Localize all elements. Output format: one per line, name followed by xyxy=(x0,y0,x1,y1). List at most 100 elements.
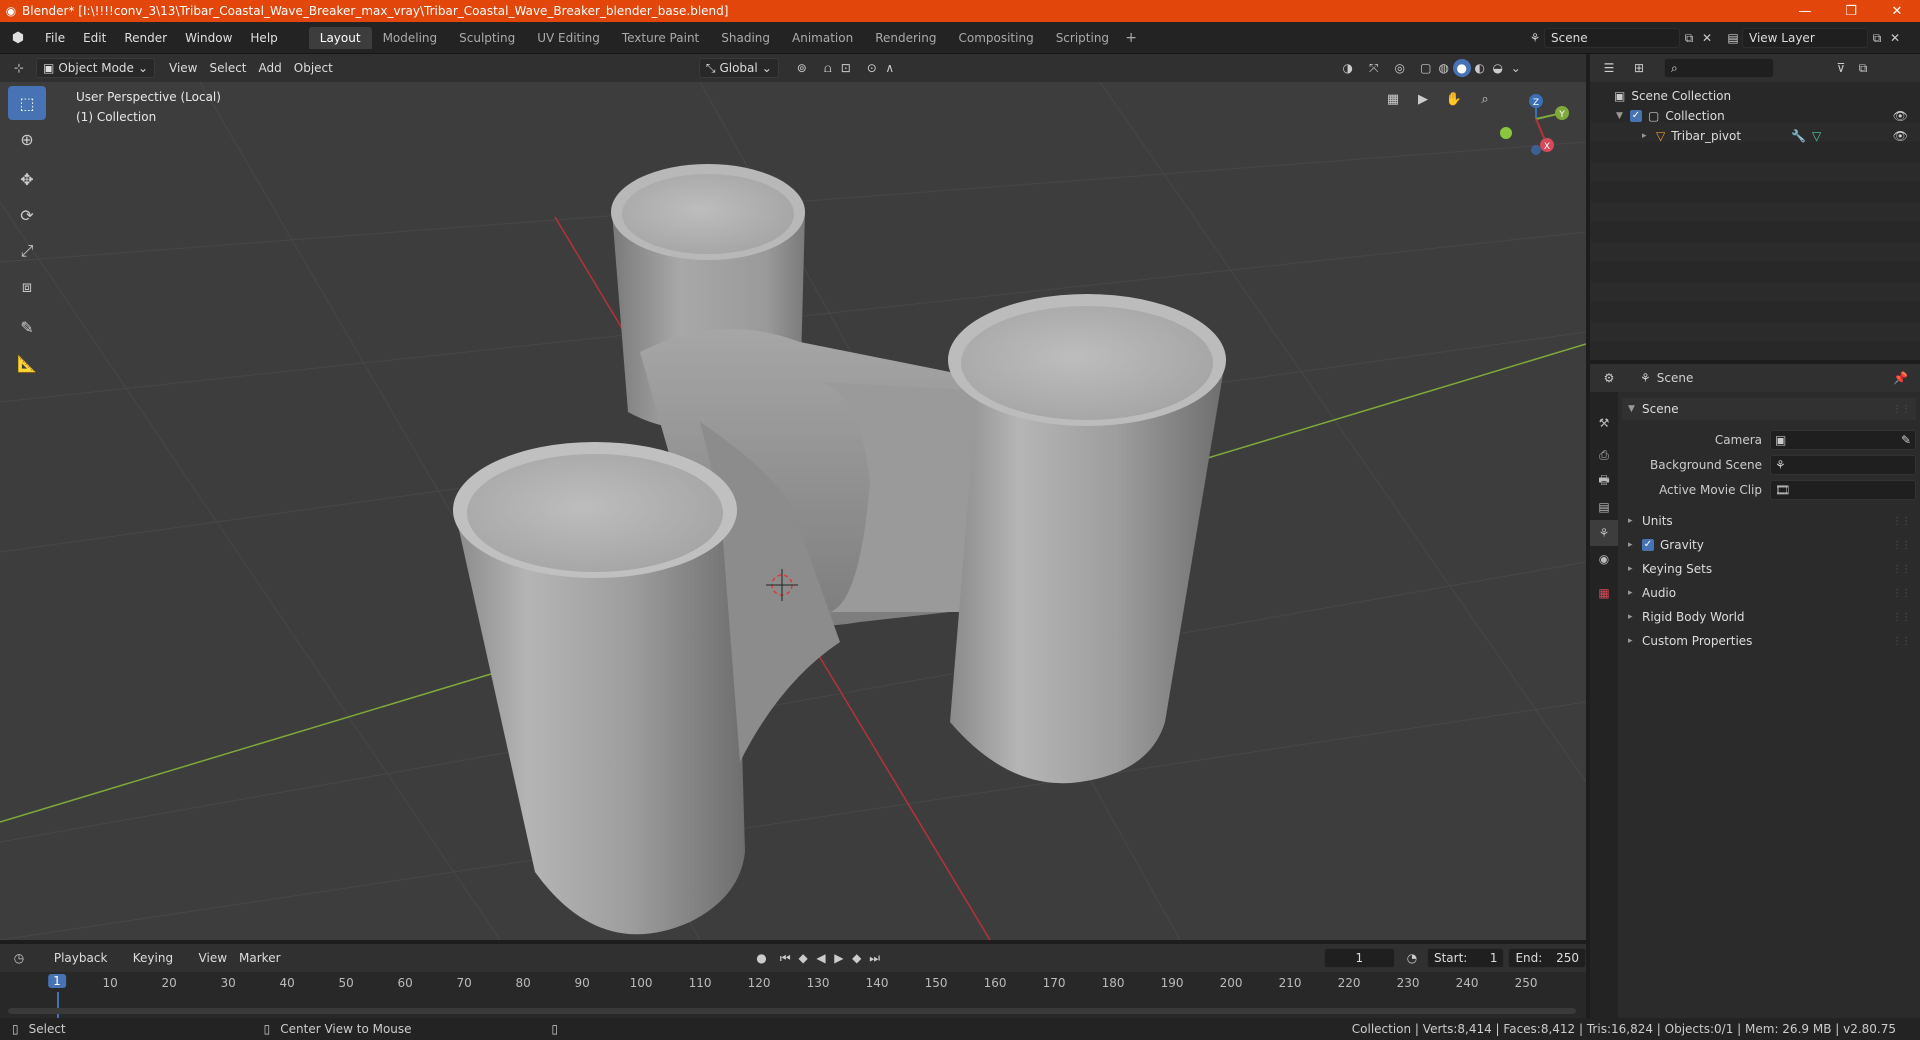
chevron-down-icon[interactable]: ▼ xyxy=(1616,111,1630,121)
menu-playback[interactable]: Playback ⌄ xyxy=(48,948,127,985)
stopwatch-icon[interactable]: ◔ xyxy=(1403,949,1421,967)
scene-panel-header[interactable]: ▼ Scene ⋮⋮ xyxy=(1622,398,1916,420)
tab-compositing[interactable]: Compositing xyxy=(947,27,1044,49)
menu-file[interactable]: File xyxy=(36,27,74,49)
add-workspace-icon[interactable]: + xyxy=(1120,30,1142,46)
solid-shading-icon[interactable]: ● xyxy=(1452,59,1471,77)
orientation-dropdown[interactable]: ⤡ Global ⌄ xyxy=(698,58,779,78)
custom-properties-panel-header[interactable]: ▸ Custom Properties ⋮⋮ xyxy=(1622,630,1916,652)
view-layer-icon[interactable]: ▤ xyxy=(1724,29,1742,47)
tab-sculpting[interactable]: Sculpting xyxy=(448,27,526,49)
menu-select[interactable]: Select xyxy=(203,58,252,78)
snap-icon[interactable]: ⩍ xyxy=(819,59,837,77)
rotate-tool[interactable]: ⟳ xyxy=(8,198,46,232)
drag-handle-icon[interactable]: ⋮⋮ xyxy=(1892,636,1911,647)
next-keyframe-icon[interactable]: ◆ xyxy=(848,949,866,967)
audio-panel-header[interactable]: ▸ Audio ⋮⋮ xyxy=(1622,582,1916,604)
jump-end-icon[interactable]: ⏭ xyxy=(866,949,884,967)
menu-object[interactable]: Object xyxy=(288,58,339,78)
pan-hand-icon[interactable]: ✋ xyxy=(1441,86,1467,112)
keying-sets-panel-header[interactable]: ▸ Keying Sets ⋮⋮ xyxy=(1622,558,1916,580)
drag-handle-icon[interactable]: ⋮⋮ xyxy=(1892,564,1911,575)
texture-tab-icon[interactable]: ▦ xyxy=(1590,580,1618,606)
visibility-icon[interactable]: ◑ xyxy=(1339,59,1357,77)
gizmo-toggle-icon[interactable]: ⤧ xyxy=(1365,59,1383,77)
cursor-tool[interactable]: ⊕ xyxy=(8,122,46,156)
navigation-gizmo[interactable]: Z Y X xyxy=(1500,94,1569,155)
proportional-edit-icon[interactable]: ⊙ xyxy=(863,59,881,77)
collection-checkbox[interactable]: ✓ xyxy=(1630,110,1642,122)
eyedropper-icon[interactable]: ✎ xyxy=(1901,433,1911,447)
menu-view[interactable]: View xyxy=(163,58,203,78)
move-tool[interactable]: ✥ xyxy=(8,162,46,196)
render-tab-icon[interactable]: ⎙ xyxy=(1590,442,1618,468)
close-button[interactable]: ✕ xyxy=(1874,0,1920,22)
select-box-tool[interactable]: ⬚ xyxy=(8,86,46,120)
drag-handle-icon[interactable]: ⋮⋮ xyxy=(1892,612,1911,623)
tab-layout[interactable]: Layout xyxy=(308,26,372,49)
scene-tab-icon[interactable]: ⚘ xyxy=(1590,520,1618,546)
tab-uv-editing[interactable]: UV Editing xyxy=(526,27,611,49)
display-mode-icon[interactable]: ⊞ xyxy=(1630,59,1648,77)
outliner-object[interactable]: ▸ ▽ Tribar_pivot 🔧 ▽ 👁 xyxy=(1590,126,1920,146)
active-movie-clip-field[interactable]: 🎞 xyxy=(1770,480,1916,500)
timeline-scrollbar[interactable] xyxy=(8,1008,1576,1014)
outliner-collection[interactable]: ▼ ✓ ▢ Collection 👁 xyxy=(1590,106,1920,126)
measure-tool[interactable]: 📐 xyxy=(8,346,46,380)
scale-tool[interactable]: ⤢ xyxy=(8,234,46,268)
tab-shading[interactable]: Shading xyxy=(710,27,781,49)
end-frame-field[interactable]: End: 250 xyxy=(1508,948,1586,968)
gravity-panel-header[interactable]: ▸ ✓ Gravity ⋮⋮ xyxy=(1622,534,1916,556)
menu-keying[interactable]: Keying ⌄ xyxy=(127,948,193,985)
current-frame-field[interactable]: 1 xyxy=(1323,948,1396,968)
transform-tool[interactable]: ⧈ xyxy=(8,270,46,304)
chevron-right-icon[interactable]: ▸ xyxy=(1642,131,1656,141)
outliner-editor-type-icon[interactable]: ☰ xyxy=(1600,59,1618,77)
outliner-search-input[interactable]: ⌕ xyxy=(1664,58,1774,78)
object-mode-dropdown[interactable]: ▣ Object Mode ⌄ xyxy=(36,58,155,78)
jump-start-icon[interactable]: ⏮ xyxy=(776,949,794,967)
view-layer-field[interactable]: View Layer xyxy=(1742,28,1868,48)
menu-marker[interactable]: Marker xyxy=(233,948,286,968)
delete-scene-icon[interactable]: ✕ xyxy=(1698,29,1716,47)
rendered-shading-icon[interactable]: ◒ xyxy=(1489,59,1507,77)
play-reverse-icon[interactable]: ◀ xyxy=(812,949,830,967)
snap-target-icon[interactable]: ⊡ xyxy=(837,59,855,77)
drag-handle-icon[interactable]: ⋮⋮ xyxy=(1892,540,1911,551)
wireframe-shading-icon[interactable]: ◍ xyxy=(1435,59,1453,77)
menu-edit[interactable]: Edit xyxy=(74,27,115,49)
camera-field[interactable]: ▣ ✎ xyxy=(1770,430,1916,450)
pivot-point-icon[interactable]: ⊚ xyxy=(793,59,811,77)
mesh-data-icon[interactable]: ▽ xyxy=(1812,129,1821,143)
material-shading-icon[interactable]: ◐ xyxy=(1471,59,1489,77)
menu-timeline-view[interactable]: View xyxy=(193,948,233,968)
menu-window[interactable]: Window xyxy=(176,27,241,49)
new-view-layer-icon[interactable]: ⧉ xyxy=(1868,29,1886,47)
falloff-icon[interactable]: ∧ xyxy=(881,59,899,77)
timeline-area[interactable]: 1 10 20 30 40 50 60 70 80 90 100 110 120 130 140 150 16… xyxy=(0,972,1586,1018)
annotate-tool[interactable]: ✎ xyxy=(8,310,46,344)
camera-view-icon[interactable]: ▶ xyxy=(1410,86,1436,112)
drag-handle-icon[interactable]: ⋮⋮ xyxy=(1892,588,1911,599)
tab-animation[interactable]: Animation xyxy=(781,27,864,49)
menu-help[interactable]: Help xyxy=(241,27,286,49)
tab-modeling[interactable]: Modeling xyxy=(372,27,449,49)
rigid-body-world-panel-header[interactable]: ▸ Rigid Body World ⋮⋮ xyxy=(1622,606,1916,628)
world-tab-icon[interactable]: ◉ xyxy=(1590,546,1618,572)
drag-handle-icon[interactable]: ⋮⋮ xyxy=(1892,516,1911,527)
minimize-button[interactable]: — xyxy=(1782,0,1828,22)
start-frame-field[interactable]: Start: 1 xyxy=(1426,948,1505,968)
filter-icon[interactable]: ⊽ xyxy=(1832,59,1850,77)
outliner-scene-collection[interactable]: ▣ Scene Collection xyxy=(1590,86,1920,106)
tab-rendering[interactable]: Rendering xyxy=(864,27,947,49)
current-frame-marker[interactable]: 1 xyxy=(48,974,66,988)
properties-editor-type-icon[interactable]: ⚙ xyxy=(1600,369,1618,387)
play-icon[interactable]: ▶ xyxy=(830,949,848,967)
units-panel-header[interactable]: ▸ Units ⋮⋮ xyxy=(1622,510,1916,532)
prev-keyframe-icon[interactable]: ◆ xyxy=(794,949,812,967)
tab-scripting[interactable]: Scripting xyxy=(1045,27,1120,49)
background-scene-field[interactable]: ⚘ xyxy=(1770,455,1916,475)
scene-name-field[interactable]: Scene xyxy=(1544,28,1680,48)
timeline-editor-type-icon[interactable]: ◷ xyxy=(10,949,28,967)
shading-options-icon[interactable]: ⌄ xyxy=(1507,59,1525,77)
